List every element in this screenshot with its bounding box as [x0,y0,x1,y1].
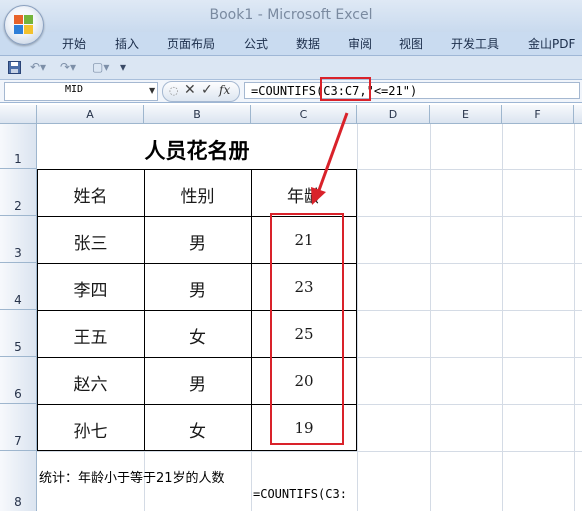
office-button[interactable] [4,5,44,45]
office-logo-icon [14,15,34,35]
annotation-arrow [311,112,349,205]
